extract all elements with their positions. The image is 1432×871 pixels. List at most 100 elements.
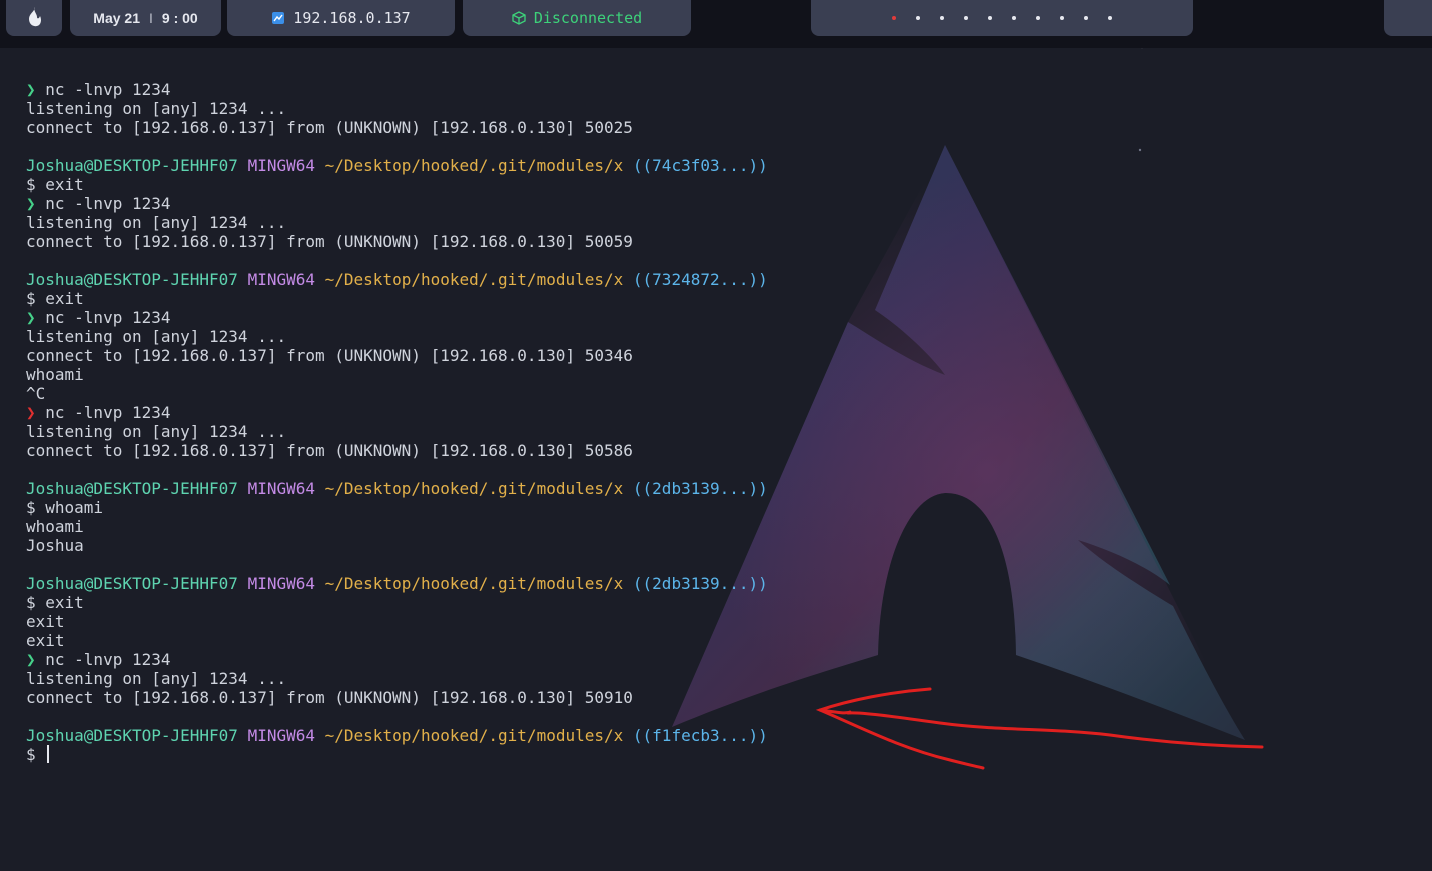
terminal-text: ((2db3139...))	[632, 574, 768, 593]
terminal-text: whoami	[26, 365, 84, 384]
terminal-line: $	[26, 745, 1126, 764]
workspace-dot-7[interactable]	[1036, 16, 1040, 20]
terminal-text: connect to [192.168.0.137] from (UNKNOWN…	[26, 441, 633, 460]
workspace-dot-4[interactable]	[964, 16, 968, 20]
terminal-text: Joshua@DESKTOP-JEHHF07	[26, 479, 238, 498]
terminal-line: $ exit	[26, 593, 1126, 612]
terminal-text: whoami	[26, 517, 84, 536]
terminal-text: ^C	[26, 384, 46, 403]
terminal-line: connect to [192.168.0.137] from (UNKNOWN…	[26, 118, 1126, 137]
text-cursor	[47, 745, 50, 763]
workspace-dot-2[interactable]	[916, 16, 920, 20]
workspace-dot-5[interactable]	[988, 16, 992, 20]
terminal-line: Joshua	[26, 536, 1126, 555]
flame-logo-icon	[25, 6, 43, 31]
terminal-text: connect to [192.168.0.137] from (UNKNOWN…	[26, 118, 633, 137]
terminal-text: MINGW64	[247, 479, 315, 498]
terminal-line: ❯ nc -lnvp 1234	[26, 194, 1126, 213]
terminal-line: ❯ nc -lnvp 1234	[26, 403, 1126, 422]
terminal-line: listening on [any] 1234 ...	[26, 213, 1126, 232]
terminal-text: nc -lnvp 1234	[45, 194, 171, 213]
ip-address-widget[interactable]: 192.168.0.137	[227, 0, 455, 36]
clock-widget[interactable]: May 21 I 9 : 00	[70, 0, 221, 36]
terminal-line: $ exit	[26, 175, 1126, 194]
terminal-text: listening on [any] 1234 ...	[26, 422, 287, 441]
terminal-line: whoami	[26, 365, 1126, 384]
terminal-line: listening on [any] 1234 ...	[26, 99, 1126, 118]
workspace-dot-9[interactable]	[1084, 16, 1088, 20]
terminal-line: connect to [192.168.0.137] from (UNKNOWN…	[26, 688, 1126, 707]
terminal-line: ❯ nc -lnvp 1234	[26, 650, 1126, 669]
terminal-line: ❯ nc -lnvp 1234	[26, 80, 1126, 99]
workspace-dot-8[interactable]	[1060, 16, 1064, 20]
terminal-text: connect to [192.168.0.137] from (UNKNOWN…	[26, 346, 633, 365]
terminal-text: $ exit	[26, 175, 84, 194]
terminal-line: Joshua@DESKTOP-JEHHF07 MINGW64 ~/Desktop…	[26, 156, 1126, 175]
terminal-text: MINGW64	[247, 574, 315, 593]
terminal-text: ((7324872...))	[632, 270, 768, 289]
terminal-text: ((f1fecb3...))	[632, 726, 768, 745]
terminal-text: Joshua@DESKTOP-JEHHF07	[26, 270, 238, 289]
terminal-line: connect to [192.168.0.137] from (UNKNOWN…	[26, 346, 1126, 365]
terminal-text: ((74c3f03...))	[632, 156, 768, 175]
terminal-line: listening on [any] 1234 ...	[26, 327, 1126, 346]
terminal-text: listening on [any] 1234 ...	[26, 213, 287, 232]
terminal-line: exit	[26, 631, 1126, 650]
tray-corner-button[interactable]	[1384, 0, 1432, 36]
workspace-dot-3[interactable]	[940, 16, 944, 20]
terminal-line: ^C	[26, 384, 1126, 403]
terminal-text: $ whoami	[26, 498, 104, 517]
terminal-text: connect to [192.168.0.137] from (UNKNOWN…	[26, 232, 633, 251]
terminal-text: ❯	[26, 80, 46, 99]
terminal-text: nc -lnvp 1234	[45, 650, 171, 669]
terminal-output[interactable]: ❯ nc -lnvp 1234 listening on [any] 1234 .…	[26, 80, 1126, 764]
terminal-text: $ exit	[26, 289, 84, 308]
cube-icon	[512, 11, 526, 25]
date-text: May 21	[93, 10, 140, 26]
workspace-dot-1[interactable]	[892, 16, 896, 20]
workspace-switcher[interactable]	[811, 0, 1193, 36]
terminal-text: nc -lnvp 1234	[45, 403, 171, 422]
terminal-text: $	[26, 745, 46, 764]
terminal-text: listening on [any] 1234 ...	[26, 99, 287, 118]
terminal-line: $ whoami	[26, 498, 1126, 517]
terminal-text: ❯	[26, 403, 46, 422]
workspace-dot-6[interactable]	[1012, 16, 1016, 20]
terminal-line: Joshua@DESKTOP-JEHHF07 MINGW64 ~/Desktop…	[26, 270, 1126, 289]
launcher-button[interactable]	[6, 0, 62, 36]
terminal-text: MINGW64	[247, 270, 315, 289]
terminal-line: listening on [any] 1234 ...	[26, 422, 1126, 441]
terminal-line: connect to [192.168.0.137] from (UNKNOWN…	[26, 232, 1126, 251]
vpn-status-widget[interactable]: Disconnected	[463, 0, 691, 36]
terminal-text: exit	[26, 612, 65, 631]
terminal-text: Joshua@DESKTOP-JEHHF07	[26, 574, 238, 593]
terminal-text: ~/Desktop/hooked/.git/modules/x	[324, 726, 624, 745]
terminal-line: $ exit	[26, 289, 1126, 308]
terminal-line: listening on [any] 1234 ...	[26, 669, 1126, 688]
terminal-line: whoami	[26, 517, 1126, 536]
terminal-line: Joshua@DESKTOP-JEHHF07 MINGW64 ~/Desktop…	[26, 574, 1126, 593]
terminal-line: Joshua@DESKTOP-JEHHF07 MINGW64 ~/Desktop…	[26, 726, 1126, 745]
monitor-icon	[271, 11, 285, 25]
workspace-dot-10[interactable]	[1108, 16, 1112, 20]
top-status-bar: May 21 I 9 : 00 192.168.0.137 Disconnect…	[0, 0, 1432, 48]
terminal-text: Joshua	[26, 536, 84, 555]
terminal-line: ❯ nc -lnvp 1234	[26, 308, 1126, 327]
time-text: 9 : 00	[161, 10, 198, 26]
terminal-line: exit	[26, 612, 1126, 631]
